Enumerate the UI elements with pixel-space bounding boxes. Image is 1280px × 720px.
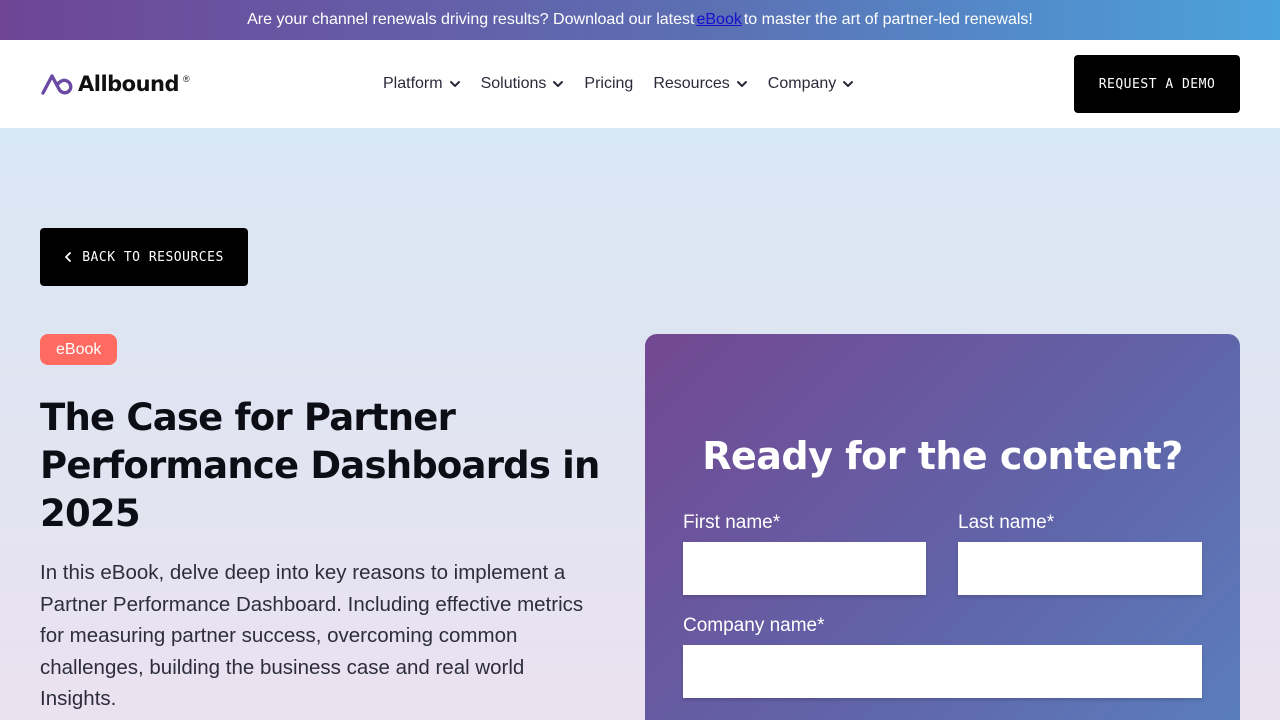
chevron-down-icon <box>843 81 854 87</box>
page-title: The Case for Partner Performance Dashboa… <box>40 396 600 535</box>
main-nav: Platform Solutions Pricing Resources Com… <box>383 70 854 98</box>
form-heading: Ready for the content? <box>702 434 1183 478</box>
company-name-label: Company name* <box>683 615 825 636</box>
nav-item-label: Solutions <box>480 75 547 92</box>
download-form: Ready for the content? First name* Last … <box>645 334 1240 720</box>
announcement-ebook-link[interactable]: eBook <box>696 11 741 29</box>
chevron-left-icon <box>65 252 72 262</box>
company-name-field[interactable] <box>683 645 1202 698</box>
nav-item-platform[interactable]: Platform <box>383 70 461 98</box>
request-demo-button[interactable]: REQUEST A DEMO <box>1074 55 1240 113</box>
back-to-resources-button[interactable]: BACK TO RESOURCES <box>40 228 248 286</box>
logo-wordmark: Allbound <box>78 72 180 96</box>
announcement-text-after: to master the art of partner-led renewal… <box>743 11 1033 28</box>
content-type-badge: eBook <box>40 334 118 365</box>
nav-item-label: Company <box>767 75 837 92</box>
last-name-label: Last name* <box>958 512 1055 533</box>
last-name-field[interactable] <box>958 542 1202 595</box>
chevron-down-icon <box>553 81 564 87</box>
nav-item-label: Pricing <box>584 75 634 92</box>
back-button-label: BACK TO RESOURCES <box>82 249 224 265</box>
chevron-down-icon <box>449 81 460 87</box>
chevron-down-icon <box>736 81 747 87</box>
nav-item-label: Platform <box>383 75 443 92</box>
announcement-bar: Are your channel renewals driving result… <box>0 0 1280 40</box>
nav-item-resources[interactable]: Resources <box>653 70 747 98</box>
first-name-field[interactable] <box>683 542 926 595</box>
announcement-text-before: Are your channel renewals driving result… <box>247 11 695 28</box>
nav-item-pricing[interactable]: Pricing <box>584 70 633 98</box>
hero-section: BACK TO RESOURCES eBook The Case for Par… <box>0 128 1280 720</box>
allbound-logo-icon <box>41 74 73 95</box>
nav-item-company[interactable]: Company <box>768 70 854 98</box>
first-name-label: First name* <box>683 512 781 533</box>
page-description: In this eBook, delve deep into key reaso… <box>40 561 584 710</box>
nav-item-label: Resources <box>653 75 730 92</box>
site-header: Allbound ® Platform Solutions Pricing Re… <box>0 40 1280 128</box>
nav-item-solutions[interactable]: Solutions <box>481 70 565 98</box>
logo-registered-mark: ® <box>183 74 190 84</box>
allbound-logo[interactable]: Allbound ® <box>40 72 190 96</box>
